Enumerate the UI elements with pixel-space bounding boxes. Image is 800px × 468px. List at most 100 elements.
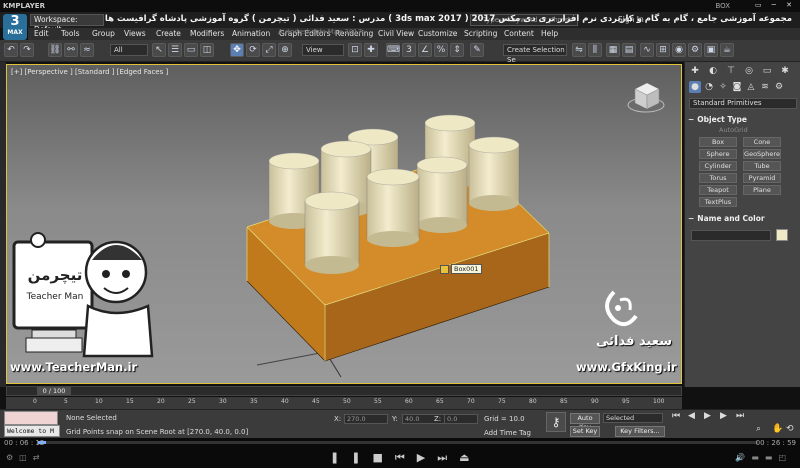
keyboard-shortcut-icon[interactable]: ⌨ <box>386 43 400 57</box>
previous-frame-icon[interactable]: ◀ <box>688 411 695 421</box>
cylinder-front-2[interactable] <box>304 191 360 274</box>
hierarchy-tab-icon[interactable]: ⊤ <box>725 65 737 77</box>
km-stop-icon[interactable]: ■ <box>372 451 394 464</box>
cylinder-mid-1[interactable] <box>468 136 520 211</box>
select-by-name-icon[interactable]: ☰ <box>168 43 182 57</box>
render-production-icon[interactable]: ☕ <box>720 43 734 57</box>
create-tube-button[interactable]: Tube <box>743 161 781 171</box>
menu-help[interactable]: Help <box>541 29 558 38</box>
menu-scripting[interactable]: Scripting <box>464 29 497 38</box>
name-and-color-rollout[interactable]: Name and Color <box>688 214 798 223</box>
workspace-dropdown[interactable]: Workspace: Default <box>30 14 104 34</box>
set-key-button[interactable]: Set Key <box>570 426 600 437</box>
orbit-icon[interactable]: ⟲ <box>786 424 794 434</box>
key-filters-button[interactable]: Key Filters... <box>615 426 665 437</box>
select-move-icon[interactable]: ✥ <box>230 43 244 57</box>
percent-snap-icon[interactable]: % <box>434 43 448 57</box>
kmplayer-progress-bar[interactable] <box>38 441 758 444</box>
next-frame-icon[interactable]: ▶ <box>720 411 727 421</box>
layer-explorer-icon[interactable]: ▤ <box>622 43 636 57</box>
menu-modifiers[interactable]: Modifiers <box>190 29 224 38</box>
auto-key-button[interactable]: Auto Key <box>570 413 600 431</box>
object-type-rollout[interactable]: Object Type <box>688 115 798 124</box>
create-teapot-button[interactable]: Teapot <box>699 185 737 195</box>
menu-civil-view[interactable]: Civil View <box>378 29 414 38</box>
bind-space-warp-icon[interactable]: ≈ <box>80 43 94 57</box>
primitive-type-dropdown[interactable]: Standard Primitives <box>689 98 797 109</box>
helpers-icon[interactable]: ◬ <box>745 81 757 93</box>
goto-end-icon[interactable]: ⏭ <box>736 411 744 421</box>
max-application-button[interactable]: 3 MAX <box>3 14 27 40</box>
shapes-icon[interactable]: ◔ <box>703 81 715 93</box>
align-icon[interactable]: ⫼ <box>588 43 602 57</box>
create-pyramid-button[interactable]: Pyramid <box>743 173 781 183</box>
pivot-center-icon[interactable]: ⊡ <box>348 43 362 57</box>
kmplayer-left-tools[interactable]: ⚙◫⇄ <box>6 453 45 462</box>
lights-icon[interactable]: ✧ <box>717 81 729 93</box>
modify-tab-icon[interactable]: ◐ <box>707 65 719 77</box>
menu-edit[interactable]: Edit <box>34 29 49 38</box>
menu-tools[interactable]: Tools <box>61 29 79 38</box>
x-coord-field[interactable]: 270.0 <box>344 414 388 424</box>
render-setup-icon[interactable]: ⚙ <box>688 43 702 57</box>
rendered-frame-icon[interactable]: ▣ <box>704 43 718 57</box>
menu-group[interactable]: Group <box>92 29 115 38</box>
display-tab-icon[interactable]: ▭ <box>761 65 773 77</box>
cylinder-front-1[interactable] <box>366 168 420 247</box>
geometry-icon[interactable]: ● <box>689 81 701 93</box>
unlink-icon[interactable]: ⚯ <box>64 43 78 57</box>
select-rotate-icon[interactable]: ⟳ <box>246 43 260 57</box>
object-color-swatch[interactable] <box>776 229 788 241</box>
km-prev-icon[interactable]: ⏮ <box>395 451 417 464</box>
km-pause-icon[interactable]: ❚❚ <box>330 451 372 464</box>
create-sphere-button[interactable]: Sphere <box>699 149 737 159</box>
utilities-tab-icon[interactable]: ✱ <box>779 65 791 77</box>
systems-icon[interactable]: ⚙ <box>773 81 785 93</box>
create-textplus-button[interactable]: TextPlus <box>699 197 737 207</box>
menu-create[interactable]: Create <box>156 29 181 38</box>
spacewarps-icon[interactable]: ≋ <box>759 81 771 93</box>
z-coord-field[interactable]: 0.0 <box>444 414 478 424</box>
redo-icon[interactable]: ↷ <box>20 43 34 57</box>
named-selection-dropdown[interactable]: Create Selection Se <box>503 44 567 64</box>
add-time-tag[interactable]: Add Time Tag <box>484 429 531 437</box>
reference-coordinate-dropdown[interactable]: View <box>302 44 344 56</box>
create-cone-button[interactable]: Cone <box>743 137 781 147</box>
create-torus-button[interactable]: Torus <box>699 173 737 183</box>
undo-icon[interactable]: ↶ <box>4 43 18 57</box>
object-name-field[interactable] <box>691 230 771 241</box>
window-crossing-icon[interactable]: ◫ <box>200 43 214 57</box>
select-scale-icon[interactable]: ⤢ <box>262 43 276 57</box>
place-icon[interactable]: ⊕ <box>278 43 292 57</box>
angle-snap-icon[interactable]: ∠ <box>418 43 432 57</box>
key-selection-dropdown[interactable]: Selected <box>603 413 663 423</box>
select-object-icon[interactable]: ↖ <box>152 43 166 57</box>
snaps-toggle-icon[interactable]: 3 <box>402 43 416 57</box>
create-plane-button[interactable]: Plane <box>743 185 781 195</box>
track-bar[interactable]: 0 5 10 15 20 25 30 35 40 45 50 55 60 65 70 75 80 85 90 95 10… <box>6 397 682 409</box>
motion-tab-icon[interactable]: ◎ <box>743 65 755 77</box>
cameras-icon[interactable]: ◙ <box>731 81 743 93</box>
selection-filter-dropdown[interactable]: All <box>110 44 148 56</box>
create-cylinder-button[interactable]: Cylinder <box>699 161 737 171</box>
zoom-icon[interactable]: ⌕ <box>756 424 761 434</box>
viewcube-icon[interactable] <box>627 82 665 113</box>
edit-named-sets-icon[interactable]: ✎ <box>470 43 484 57</box>
rect-selection-icon[interactable]: ▭ <box>184 43 198 57</box>
menu-animation[interactable]: Animation <box>232 29 270 38</box>
autogrid-checkbox[interactable]: AutoGrid <box>719 126 748 134</box>
create-geosphere-button[interactable]: GeoSphere <box>743 149 781 159</box>
material-editor-icon[interactable]: ◉ <box>672 43 686 57</box>
scene-explorer-icon[interactable]: ▦ <box>606 43 620 57</box>
schematic-view-icon[interactable]: ⊞ <box>656 43 670 57</box>
curve-editor-icon[interactable]: ∿ <box>640 43 654 57</box>
menu-content[interactable]: Content <box>504 29 534 38</box>
km-eject-icon[interactable]: ⏏ <box>459 451 481 464</box>
create-box-button[interactable]: Box <box>699 137 737 147</box>
mirror-icon[interactable]: ⇋ <box>572 43 586 57</box>
pan-icon[interactable]: ✋ <box>772 424 783 434</box>
kmplayer-right-tools[interactable]: 🔊▬▬◰ <box>735 453 792 462</box>
play-icon[interactable]: ▶ <box>704 411 711 421</box>
maxscript-listener[interactable] <box>4 411 58 425</box>
time-slider[interactable]: 0 / 100 <box>6 386 682 396</box>
